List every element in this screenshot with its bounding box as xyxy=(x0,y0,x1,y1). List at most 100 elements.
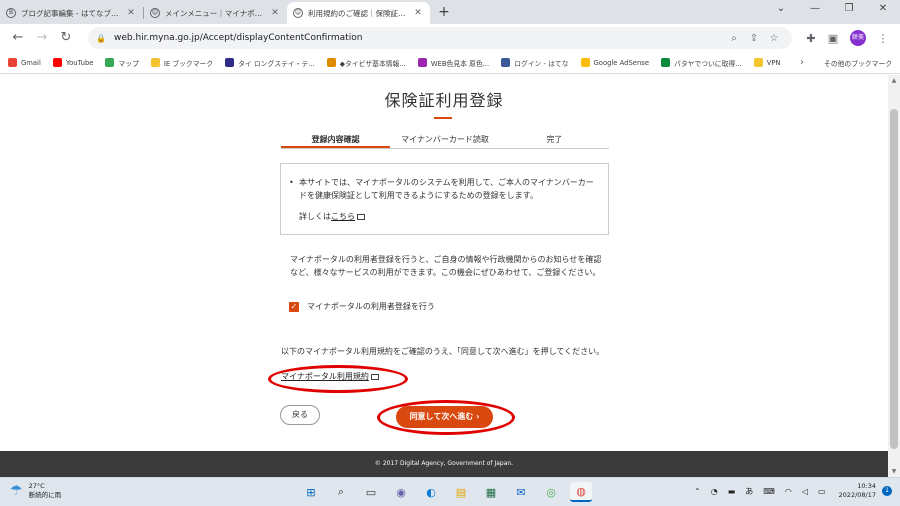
bookmark-item[interactable]: YouTube xyxy=(52,58,94,67)
tab-terms-confirmation[interactable]: ☺ 利用規約のご確認｜保険証利用登 ✕ xyxy=(287,2,430,24)
wifi-icon[interactable]: ◠ xyxy=(785,487,792,496)
taskbar-apps: ⊞ ⌕ ▭ ◉ ◐ ▤ ▦ ✉ ◎ ◍ xyxy=(300,482,600,502)
menu-dots-icon[interactable]: ⋮ xyxy=(872,32,894,45)
myna-icon: ☺ xyxy=(293,8,303,18)
excel-icon[interactable]: ▦ xyxy=(480,482,502,502)
bookmarks-bar: Gmail YouTube マップ IE ブックマーク タイ ロングステイ・テ... ◆タ… xyxy=(0,52,900,74)
bookmark-label: その他のブックマーク xyxy=(824,59,892,68)
bookmark-label: WEB色見本 原色... xyxy=(430,59,490,68)
notification-badge[interactable]: 1 xyxy=(882,486,892,496)
share-icon[interactable]: ⇪ xyxy=(744,33,764,44)
weather-widget[interactable]: ☂ 27°C 断続的に雨 xyxy=(10,482,61,500)
detail-prefix: 詳しくは xyxy=(299,212,331,221)
terms-instruction: 以下のマイナポータル利用規約をご確認のうえ、「同意して次へ進む」を押してください… xyxy=(281,347,605,356)
detail-link[interactable]: こちら xyxy=(331,212,355,221)
avatar[interactable]: 餅美 xyxy=(850,30,866,46)
clock-date: 2022/08/17 xyxy=(838,491,876,499)
scrollbar[interactable]: ▲ ▼ xyxy=(888,75,900,477)
bookmark-other[interactable]: その他のブックマーク xyxy=(824,58,892,68)
bookmark-item[interactable]: Google AdSense xyxy=(580,58,650,67)
bookmark-item[interactable]: ログイン - はてな xyxy=(501,58,569,68)
bookmark-item[interactable]: マップ xyxy=(105,58,139,68)
notice-box: • 本サイトでは、マイナポータルのシステムを利用して、ご本人のマイナンバーカード… xyxy=(280,163,609,235)
outlook-icon[interactable]: ✉ xyxy=(510,482,532,502)
bookmark-item[interactable]: VPN xyxy=(753,58,781,67)
app-n-icon[interactable]: ◎ xyxy=(540,482,562,502)
reload-icon[interactable]: ↻ xyxy=(54,26,78,50)
chat-icon[interactable]: ◉ xyxy=(390,482,412,502)
close-window-icon[interactable]: ✕ xyxy=(866,0,900,22)
search-icon[interactable]: ⌕ xyxy=(330,482,352,502)
bookmark-label: YouTube xyxy=(65,58,94,67)
minimize-icon[interactable]: — xyxy=(798,0,832,22)
bookmark-item[interactable]: IE ブックマーク xyxy=(150,58,214,68)
page-footer: © 2017 Digital Agency, Government of Jap… xyxy=(0,451,888,477)
bookmark-label: Google AdSense xyxy=(593,58,650,67)
bookmark-favicon-icon xyxy=(753,58,763,67)
keyboard-icon[interactable]: ⌨ xyxy=(763,487,775,496)
checkbox-label[interactable]: マイナポータルの利用者登録を行う xyxy=(307,301,435,312)
blog-icon: B xyxy=(6,8,16,18)
weather-desc: 断続的に雨 xyxy=(28,491,62,499)
bookmark-favicon-icon xyxy=(326,58,336,67)
lock-icon[interactable]: 🔒 xyxy=(96,34,106,43)
new-tab-button[interactable]: + xyxy=(434,3,454,23)
tab-title: 利用規約のご確認｜保険証利用登 xyxy=(308,8,412,18)
scrollbar-thumb[interactable] xyxy=(890,109,898,449)
bullet-icon: • xyxy=(289,178,294,187)
register-checkbox-row[interactable]: ✓ マイナポータルの利用者登録を行う xyxy=(289,301,435,312)
bookmark-item[interactable]: Gmail xyxy=(8,58,41,67)
tab-blog-editor[interactable]: B ブログ記事編集 - はてなブログ ✕ xyxy=(0,2,143,24)
browser-tab-strip: B ブログ記事編集 - はてなブログ ✕ ☺ メインメニュー｜マイナポータル ✕… xyxy=(0,0,900,24)
bookmark-label: マップ xyxy=(118,59,139,68)
side-panel-icon[interactable]: ▣ xyxy=(822,32,844,45)
weather-rain-icon: ☂ xyxy=(10,482,23,499)
registration-description: マイナポータルの利用者登録を行うと、ご自身の情報や行政機関からのお知らせを確認な… xyxy=(290,255,602,277)
chevron-up-icon[interactable]: ⌃ xyxy=(694,487,701,496)
bookmark-label: VPN xyxy=(766,58,781,67)
step-complete: 完了 xyxy=(546,135,563,144)
bookmark-label: IE ブックマーク xyxy=(163,59,214,68)
start-icon[interactable]: ⊞ xyxy=(300,482,322,502)
tab-title: ブログ記事編集 - はてなブログ xyxy=(21,8,125,18)
scroll-down-icon[interactable]: ▼ xyxy=(888,468,900,475)
task-view-icon[interactable]: ▭ xyxy=(360,482,382,502)
address-bar[interactable]: 🔒 web.hir.myna.go.jp/Accept/displayConte… xyxy=(88,27,792,49)
scroll-up-icon[interactable]: ▲ xyxy=(888,77,900,84)
security-icon[interactable]: ◔ xyxy=(711,487,718,496)
back-button[interactable]: 戻る xyxy=(280,405,320,425)
edge-icon[interactable]: ◐ xyxy=(420,482,442,502)
chevron-down-icon[interactable]: ⌄ xyxy=(764,0,798,22)
bookmark-favicon-icon xyxy=(8,58,17,67)
close-icon[interactable]: ✕ xyxy=(125,8,137,18)
close-icon[interactable]: ✕ xyxy=(269,8,281,18)
bookmark-item[interactable]: WEB色見本 原色... xyxy=(417,58,490,68)
bookmark-favicon-icon xyxy=(417,58,427,67)
bookmark-favicon-icon xyxy=(105,58,115,67)
bookmark-item[interactable]: パタヤでついに取得... xyxy=(661,58,742,68)
forward-arrow-icon[interactable]: → xyxy=(30,26,54,50)
detail-line: 詳しくはこちら xyxy=(299,210,598,223)
step-indicator: 登録内容確認 マイナンバーカード読取 完了 xyxy=(281,133,609,149)
chevron-right-icon[interactable]: › xyxy=(800,57,804,68)
file-explorer-icon[interactable]: ▤ xyxy=(450,482,472,502)
tab-main-menu[interactable]: ☺ メインメニュー｜マイナポータル ✕ xyxy=(144,2,287,24)
bookmark-item[interactable]: ◆タイビザ基本情報... xyxy=(326,58,406,68)
extensions-icon[interactable]: ✚ xyxy=(800,32,822,45)
external-link-icon xyxy=(357,213,365,220)
bookmark-item[interactable]: タイ ロングステイ・テ... xyxy=(225,58,315,68)
clock[interactable]: 10:34 2022/08/17 xyxy=(839,482,876,500)
app-tray-icon[interactable]: ▬ xyxy=(728,487,736,496)
window-controls: ⌄ — ❐ ✕ xyxy=(764,0,900,22)
back-arrow-icon[interactable]: ← xyxy=(6,26,30,50)
star-icon[interactable]: ☆ xyxy=(764,33,784,44)
restore-icon[interactable]: ❐ xyxy=(832,0,866,22)
ime-indicator[interactable]: あ xyxy=(745,486,753,497)
volume-icon[interactable]: ◁ xyxy=(802,487,808,496)
chrome-icon[interactable]: ◍ xyxy=(570,482,592,502)
checkbox-checked-icon[interactable]: ✓ xyxy=(289,301,299,312)
close-icon[interactable]: ✕ xyxy=(412,8,424,18)
zoom-icon[interactable]: ⌕ xyxy=(724,33,744,44)
url-text[interactable]: web.hir.myna.go.jp/Accept/displayContent… xyxy=(114,33,724,43)
battery-icon[interactable]: ▭ xyxy=(818,487,826,496)
